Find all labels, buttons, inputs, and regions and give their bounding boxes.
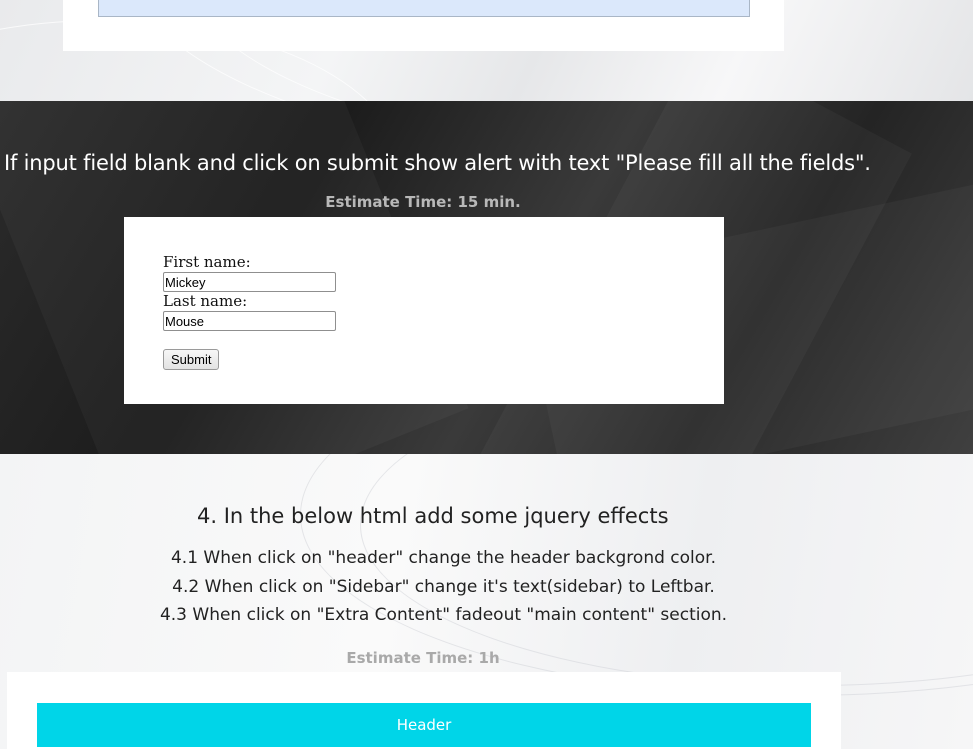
first-name-label: First name: (163, 253, 251, 271)
first-name-input[interactable] (163, 272, 336, 292)
task3-instruction: If input field blank and click on submit… (4, 151, 871, 175)
task4-section: 4. In the below html add some jquery eff… (0, 454, 973, 749)
task4-effects-list: 4.1 When click on "header" change the he… (0, 544, 887, 630)
task4-demo-card: Header (7, 672, 841, 749)
previous-task-textarea[interactable] (98, 0, 750, 17)
last-name-label: Last name: (163, 292, 248, 310)
task3-form-card: First name: Last name: Submit (124, 217, 724, 404)
submit-button[interactable]: Submit (163, 349, 220, 370)
last-name-input[interactable] (163, 311, 336, 331)
task4-heading: 4. In the below html add some jquery eff… (197, 504, 669, 528)
list-item: 4.2 When click on "Sidebar" change it's … (172, 576, 715, 597)
demo-header[interactable]: Header (37, 703, 811, 747)
list-item: 4.3 When click on "Extra Content" fadeou… (159, 605, 728, 625)
task3-section: If input field blank and click on submit… (0, 101, 973, 454)
task4-estimate-time: Estimate Time: 1h (346, 649, 500, 667)
task3-estimate-time: Estimate Time: 15 min. (325, 193, 521, 211)
list-item: 4.1 When click on "header" change the he… (170, 548, 716, 568)
previous-task-section (0, 0, 973, 101)
